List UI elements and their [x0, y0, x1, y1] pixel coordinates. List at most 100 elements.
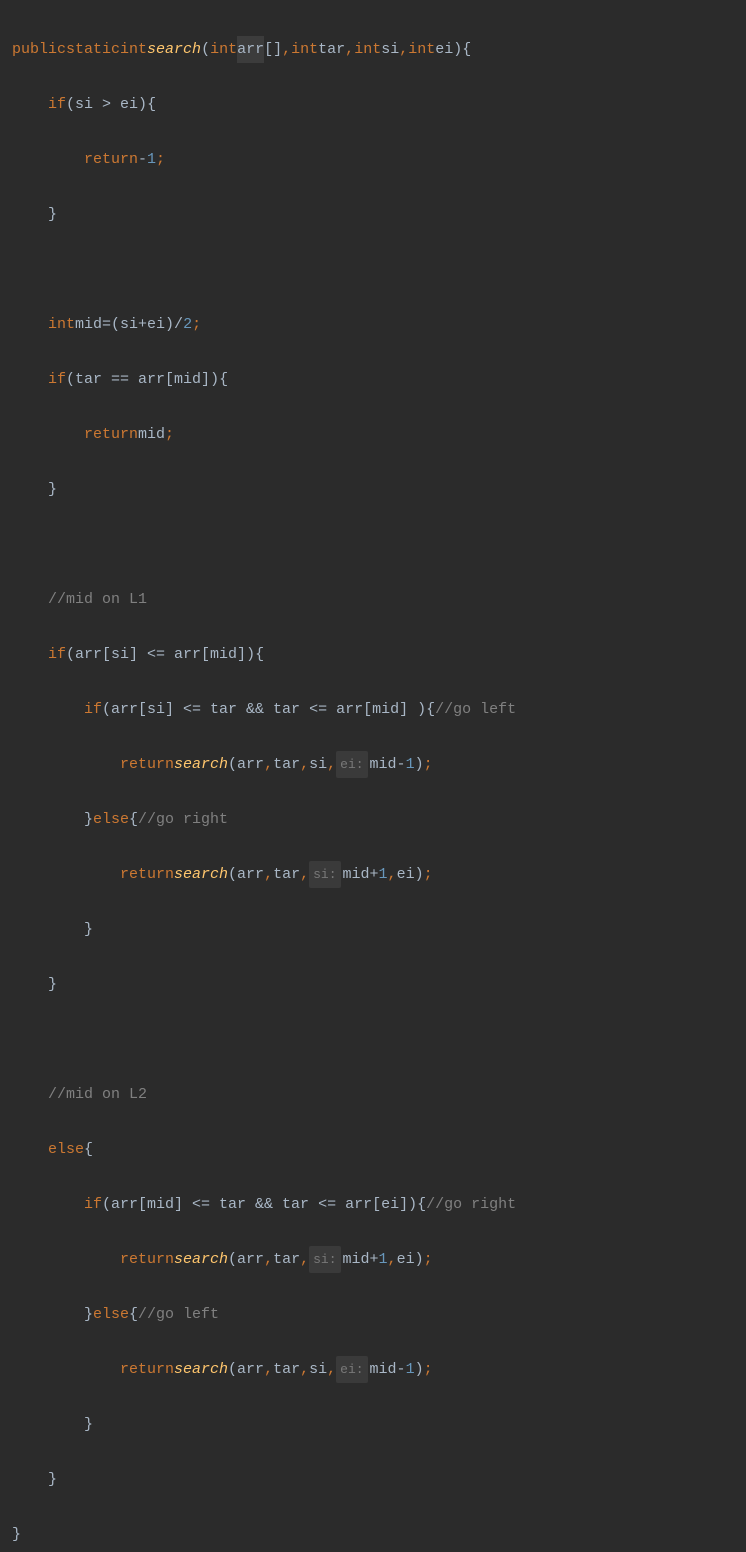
paren: )	[210, 366, 219, 394]
type-int: int	[120, 36, 147, 64]
code-line: }	[12, 916, 734, 944]
paren: (	[201, 36, 210, 64]
minus: -	[138, 146, 147, 174]
keyword-if: if	[48, 366, 66, 394]
paren: (	[228, 751, 237, 779]
brace: }	[84, 1411, 93, 1439]
code-line: }	[12, 201, 734, 229]
brace: }	[84, 916, 93, 944]
code-line: //mid on L1	[12, 586, 734, 614]
brackets: []	[264, 36, 282, 64]
code-line: }	[12, 1521, 734, 1549]
function-name: search	[147, 36, 201, 64]
brace: {	[462, 36, 471, 64]
condition: arr[mid] <= tar && tar <= arr[ei]	[111, 1191, 408, 1219]
code-line-empty	[12, 1026, 734, 1054]
code-line: }	[12, 1411, 734, 1439]
code-line: return search(arr, tar, si: mid+1, ei);	[12, 1246, 734, 1274]
param-hint: ei:	[336, 751, 367, 779]
keyword-return: return	[120, 1246, 174, 1274]
number: 1	[379, 861, 388, 889]
keyword-if: if	[48, 91, 66, 119]
semicolon: ;	[424, 751, 433, 779]
function-call: search	[174, 1246, 228, 1274]
number: 2	[183, 311, 192, 339]
brace: {	[147, 91, 156, 119]
paren: )	[246, 641, 255, 669]
function-call: search	[174, 751, 228, 779]
number: 1	[406, 1356, 415, 1384]
param-hint: si:	[309, 861, 340, 889]
semicolon: ;	[424, 861, 433, 889]
paren: )	[408, 1191, 417, 1219]
code-line-empty	[12, 531, 734, 559]
comment: //go right	[426, 1191, 516, 1219]
brace: {	[129, 1301, 138, 1329]
code-line: int mid = (si+ei)/2;	[12, 311, 734, 339]
paren: (	[228, 1356, 237, 1384]
code-line: //mid on L2	[12, 1081, 734, 1109]
semicolon: ;	[424, 1356, 433, 1384]
code-line: } else { //go left	[12, 1301, 734, 1329]
paren: (	[66, 91, 75, 119]
brace: }	[48, 201, 57, 229]
param-hint: si:	[309, 1246, 340, 1274]
condition: si > ei	[75, 91, 138, 119]
semicolon: ;	[156, 146, 165, 174]
param-arr: arr	[237, 36, 264, 64]
code-line: public static int search(int arr[], int …	[12, 36, 734, 64]
keyword-if: if	[84, 1191, 102, 1219]
paren: )	[138, 91, 147, 119]
number: 1	[406, 751, 415, 779]
code-line-empty	[12, 256, 734, 284]
brace: {	[255, 641, 264, 669]
paren: (	[102, 696, 111, 724]
brace: {	[129, 806, 138, 834]
number: 1	[147, 146, 156, 174]
brace: }	[48, 1466, 57, 1494]
paren: (	[102, 1191, 111, 1219]
condition: arr[si] <= arr[mid]	[75, 641, 246, 669]
keyword-static: static	[66, 36, 120, 64]
comma: ,	[345, 36, 354, 64]
brace: }	[48, 476, 57, 504]
paren: (	[228, 861, 237, 889]
paren: )	[453, 36, 462, 64]
comment: //mid on L1	[48, 586, 147, 614]
condition: arr[si] <= tar && tar <= arr[mid]	[111, 696, 417, 724]
var: mid	[138, 421, 165, 449]
param-tar: tar	[318, 36, 345, 64]
code-line: }	[12, 1466, 734, 1494]
type: int	[48, 311, 75, 339]
code-editor[interactable]: public static int search(int arr[], int …	[12, 8, 734, 1552]
code-line: }	[12, 476, 734, 504]
keyword-else: else	[93, 806, 129, 834]
keyword-else: else	[93, 1301, 129, 1329]
paren: (	[66, 641, 75, 669]
paren: )	[417, 696, 426, 724]
comment: //go left	[138, 1301, 219, 1329]
comma: ,	[282, 36, 291, 64]
brace: {	[426, 696, 435, 724]
brace: }	[48, 971, 57, 999]
paren: )	[415, 751, 424, 779]
number: 1	[379, 1246, 388, 1274]
comment: //go left	[435, 696, 516, 724]
brace: {	[219, 366, 228, 394]
keyword-return: return	[120, 861, 174, 889]
type: int	[291, 36, 318, 64]
keyword-if: if	[48, 641, 66, 669]
paren: (	[228, 1246, 237, 1274]
semicolon: ;	[192, 311, 201, 339]
code-line: if(si > ei) {	[12, 91, 734, 119]
code-line: return mid;	[12, 421, 734, 449]
comma: ,	[399, 36, 408, 64]
function-call: search	[174, 1356, 228, 1384]
paren: )	[415, 1356, 424, 1384]
paren: )	[415, 1246, 424, 1274]
code-line: if(arr[mid] <= tar && tar <= arr[ei]) { …	[12, 1191, 734, 1219]
function-call: search	[174, 861, 228, 889]
code-line: return search(arr, tar, si: mid+1, ei);	[12, 861, 734, 889]
type: int	[210, 36, 237, 64]
keyword-public: public	[12, 36, 66, 64]
